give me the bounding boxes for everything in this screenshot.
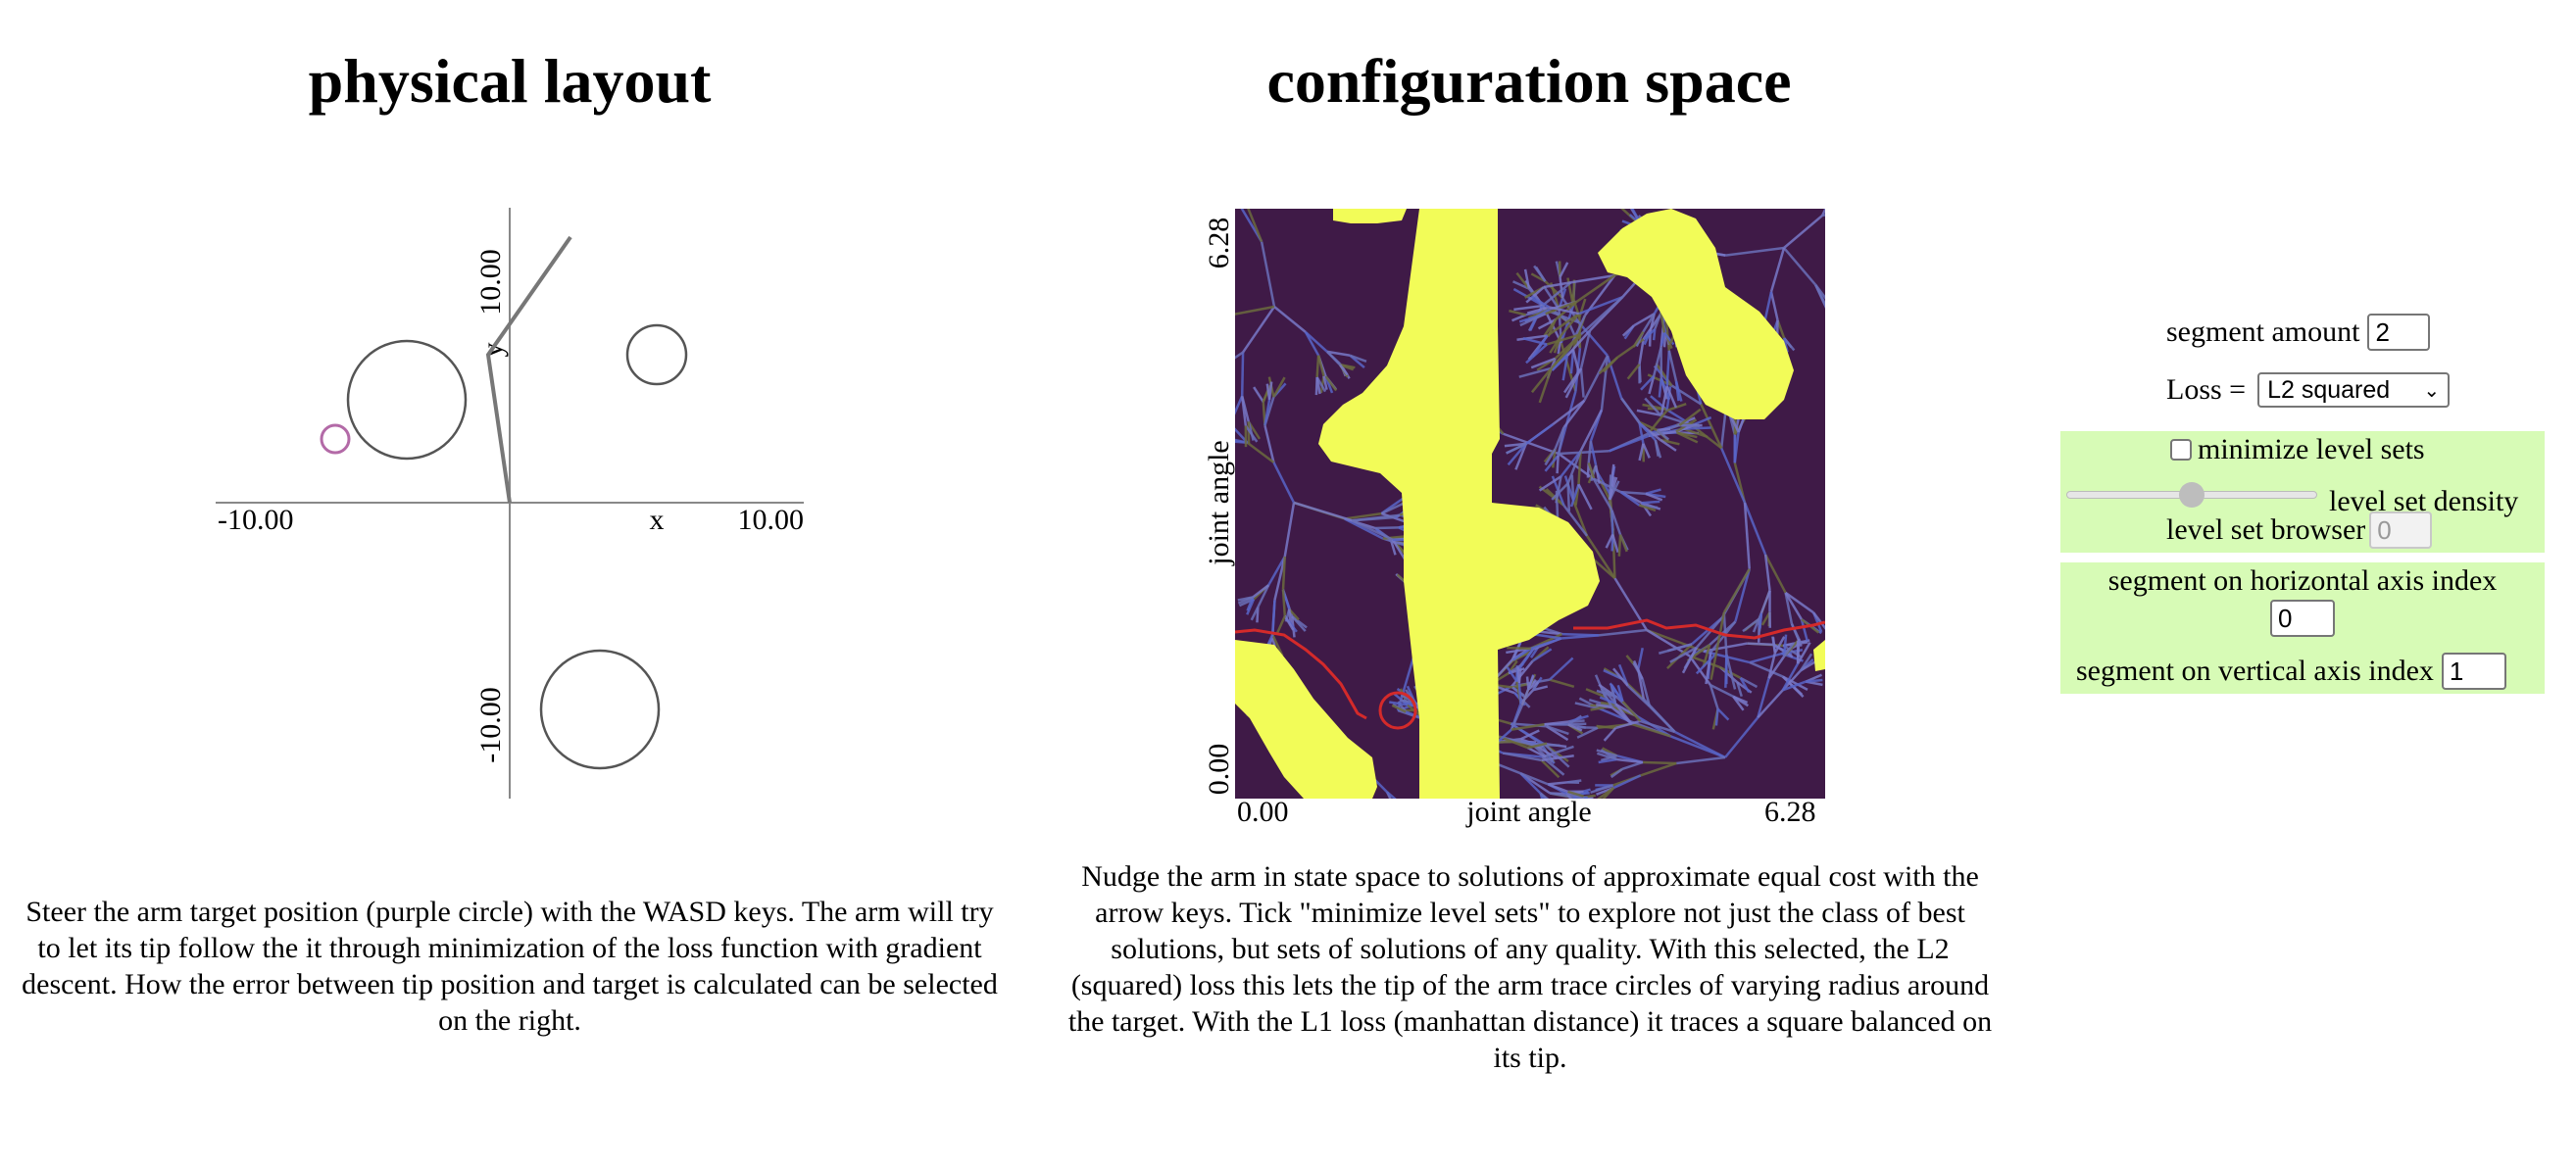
horizontal-axis-index-input[interactable]: [2270, 600, 2335, 637]
horizontal-axis-label: segment on horizontal axis index: [2107, 564, 2498, 597]
tree-branch: [1314, 376, 1318, 396]
cspace-x-min-label: 0.00: [1237, 796, 1289, 828]
vertical-axis-index-input[interactable]: [2441, 653, 2506, 690]
density-slider[interactable]: [2066, 480, 2317, 510]
tree-branch: [1641, 500, 1660, 505]
tree-branch: [1714, 708, 1719, 726]
obstacle-circle: [346, 339, 468, 461]
cspace-y-axis-label: joint angle: [1203, 440, 1235, 565]
cspace-y-axis-labels: 6.28 0.00 joint angle: [1203, 218, 1235, 796]
loss-selected-value: L2 squared: [2267, 375, 2391, 404]
physical-layout-plot[interactable]: -10.00 10.00 x 10.00 -10.00 y: [196, 196, 823, 823]
loss-row: Loss = L2 squared ⌄: [2166, 372, 2451, 408]
loss-label: Loss =: [2166, 373, 2247, 406]
minimize-label: minimize level sets: [2198, 433, 2425, 465]
segment-amount-input[interactable]: [2367, 314, 2431, 351]
configuration-space-title: configuration space: [1266, 46, 1792, 116]
y-max-label: 10.00: [474, 249, 507, 316]
vertical-axis-label: segment on vertical axis index: [2076, 655, 2434, 687]
y-min-label: -10.00: [474, 687, 507, 763]
segment-amount-row: segment amount: [2166, 314, 2431, 351]
x-min-label: -10.00: [218, 504, 294, 536]
tree-branch: [1759, 612, 1763, 629]
tree-branch: [1638, 364, 1642, 383]
tree-branch: [1240, 352, 1245, 397]
tree-branch: [1570, 474, 1575, 502]
tree-branch: [1657, 427, 1671, 432]
minimize-row: minimize level sets: [2170, 433, 2425, 466]
minimize-checkbox[interactable]: [2170, 439, 2192, 461]
browser-row: level set browser: [2166, 511, 2433, 549]
chevron-down-icon: ⌄: [2423, 379, 2441, 402]
slider-thumb[interactable]: [2179, 482, 2204, 508]
configuration-space-canvas[interactable]: [1235, 209, 1825, 799]
cspace-x-max-label: 6.28: [1764, 796, 1816, 828]
tree-branch: [1507, 646, 1531, 651]
obstacle-circle: [539, 649, 661, 770]
vertical-axis-row: segment on vertical axis index: [2076, 653, 2506, 690]
tree-branch: [1281, 556, 1287, 590]
loss-select[interactable]: L2 squared ⌄: [2257, 372, 2451, 408]
level-set-browser-input[interactable]: [2369, 511, 2433, 549]
tree-branch: [1679, 423, 1701, 428]
tree-branch: [1556, 455, 1560, 474]
segment-amount-label: segment amount: [2166, 316, 2360, 348]
tree-branch: [1517, 683, 1522, 705]
horizontal-axis-row: segment on horizontal axis index: [2060, 564, 2545, 598]
x-axis-label: x: [650, 504, 665, 536]
obstacle-circle: [625, 323, 688, 386]
cspace-x-axis-label: joint angle: [1466, 796, 1592, 828]
tree-branch: [1517, 668, 1522, 684]
tree-branch: [1566, 483, 1571, 511]
cspace-y-max-label: 6.28: [1203, 218, 1235, 269]
physical-layout-description: Steer the arm target position (purple ci…: [22, 896, 998, 1037]
tree-branch: [1642, 760, 1677, 765]
cspace-y-min-label: 0.00: [1203, 744, 1235, 796]
physical-layout-title: physical layout: [308, 46, 712, 116]
tree-branch: [1806, 678, 1823, 683]
tree-branch: [1568, 719, 1585, 723]
tree-branch: [1375, 526, 1399, 530]
tree-branch: [1724, 655, 1728, 688]
tree-branch: [1747, 642, 1774, 647]
configuration-space-description: Nudge the arm in state space to solution…: [1067, 860, 1993, 1074]
browser-label: level set browser: [2166, 513, 2366, 546]
x-max-label: 10.00: [738, 504, 805, 536]
target-circle[interactable]: [320, 423, 351, 455]
tree-branch: [1617, 534, 1622, 557]
tree-branch: [1315, 355, 1320, 378]
